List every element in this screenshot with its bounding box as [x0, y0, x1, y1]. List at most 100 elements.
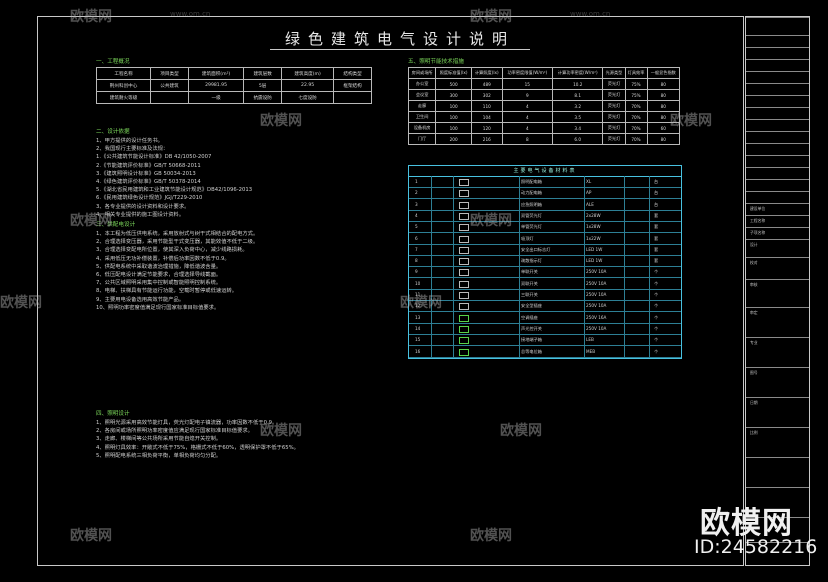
table-cell: 走廊 [407, 100, 437, 112]
legend-cell: 个 [654, 303, 659, 309]
legend-cell: 台 [654, 201, 659, 207]
table-header-cell: 建筑面积(m²) [187, 67, 245, 80]
legend-cell: 台 [654, 190, 659, 196]
legend-row: 12 安全型插座 250V 10A 个 [409, 300, 681, 313]
legend-row: 9 单联开关 250V 10A 个 [409, 266, 681, 279]
legend-cell: 1x28W [586, 224, 601, 230]
title-block-line [746, 279, 809, 280]
table-cell: 10.2 [552, 78, 604, 90]
title-block-line [746, 367, 809, 368]
text-line: 4、照明灯具效率：开敞式不低于75%，格栅式不低于60%，透明保护罩不低于65%… [96, 444, 299, 451]
legend-symbol-icon [459, 179, 469, 186]
table-cell: 15 [501, 78, 554, 90]
title-block-label: 子项名称 [750, 230, 766, 235]
table-cell: 卫生间 [407, 111, 437, 123]
legend-cell: 动力配电箱 [521, 190, 542, 196]
title-block-label: 审核 [750, 282, 758, 287]
legend-symbol-icon [459, 280, 469, 288]
table-cell: 4 [501, 100, 554, 112]
table-cell: 75% [624, 78, 648, 90]
legend-symbol-icon [459, 201, 469, 209]
table-cell: 荧光灯 [602, 133, 626, 145]
table-cell: 302 [471, 89, 503, 101]
table-header-cell: 灯具效率 [624, 67, 648, 79]
legend-cell: 套 [654, 246, 659, 252]
table-cell: 500 [435, 78, 472, 90]
table-cell: 3.2 [552, 100, 604, 112]
table-cell: 70% [624, 100, 648, 112]
table-cell: 3.4 [552, 122, 604, 134]
title-block-line [746, 47, 809, 48]
table-cell: 框架结构 [333, 79, 372, 92]
legend-cell: 250V 16A [586, 314, 607, 320]
text-line: 1、本工程为低压供电系统，采用放射式与树干式相结合的配电方式。 [96, 231, 259, 237]
legend-row: 3 应急照明箱 ALE 台 [409, 199, 681, 211]
legend-row: 16 总等电位箱 MEB 个 [409, 346, 681, 358]
title-block-label: 专业 [750, 340, 758, 345]
legend-cell: 套 [654, 224, 659, 230]
table-cell: 120 [471, 122, 503, 134]
legend-cell: 250V 10A [586, 280, 607, 286]
title-block-line [746, 95, 809, 96]
table-header-cell: 计算照度(lx) [471, 67, 503, 79]
text-line: 5.《湖北省民用建筑和工业建筑节能设计规范》DB42/1096-2013 [96, 187, 253, 194]
legend-cell: 套 [654, 258, 659, 264]
legend-cell: 个 [654, 280, 659, 286]
title-block-label: 比例 [750, 430, 758, 435]
table-row: 建筑耐火等级 一级 抗震设防 七度设防 [95, 91, 372, 104]
table-cell [150, 91, 189, 104]
table-cell: 一级 [187, 91, 245, 104]
table-header-cell: 项目类型 [150, 67, 189, 80]
watermark: 欧模网 [70, 528, 112, 544]
title-block-label: 工程名称 [750, 218, 766, 223]
table-cell: 荧光灯 [602, 122, 626, 134]
legend-row: 15 接地端子箱 LEB 个 [409, 334, 681, 347]
watermark: 欧模网 [500, 423, 542, 439]
legend-symbol-icon [459, 246, 469, 254]
table-cell: 100 [435, 122, 472, 134]
legend-cell: 7 [415, 246, 418, 252]
table-cell: 9 [501, 89, 554, 101]
project-overview-table: 工程名称 项目类型 建筑面积(m²) 建筑层数 建筑高度(m) 结构类型 荆州科创中心 公共建… [95, 67, 372, 104]
text-line: 2、合理选择变压器，采用节能型干式变压器，其能效值不低于二级。 [96, 239, 259, 246]
table-cell: 200 [435, 133, 472, 145]
legend-cell: 疏散指示灯 [521, 258, 542, 264]
legend-cell: 个 [654, 325, 659, 331]
table-header-cell: 工程名称 [95, 67, 152, 80]
table-cell: 抗震设防 [243, 91, 283, 104]
legend-row: 2 动力配电箱 AP 台 [409, 187, 681, 200]
legend-cell: AP [586, 190, 592, 196]
title-block-line [746, 307, 809, 308]
legend-symbol-icon [459, 235, 469, 243]
table-header-cell: 建筑高度(m) [281, 67, 335, 80]
watermark: 欧模网 [0, 295, 42, 311]
legend-row: 10 双联开关 250V 10A 个 [409, 278, 681, 290]
legend-cell: 套 [654, 235, 659, 241]
lighting-saving-table: 房间或场所 照度标准值(lx) 计算照度(lx) 功率密度限值(W/m²) 计算功率密度… [407, 67, 681, 145]
watermark: 欧模网 [70, 9, 112, 25]
legend-cell: 照明配电箱 [521, 179, 542, 184]
legend-symbol-icon [459, 292, 469, 299]
table-cell: 70% [624, 122, 648, 134]
legend-cell: ALE [586, 201, 594, 207]
legend-cell: 250V 10A [586, 292, 607, 297]
legend-symbol-icon [459, 190, 469, 198]
table-cell: 8 [501, 133, 554, 145]
table-header-cell: 结构类型 [333, 67, 372, 80]
table-cell: 100 [435, 100, 472, 112]
legend-row: 14 声光控开关 250V 10A 个 [409, 323, 681, 335]
legend-row: 8 疏散指示灯 LED 1W 套 [409, 255, 681, 268]
table-cell: 办公室 [407, 78, 437, 90]
table-header-row: 工程名称 项目类型 建筑面积(m²) 建筑层数 建筑高度(m) 结构类型 [95, 67, 372, 80]
legend-cell: 双联开关 [521, 280, 538, 286]
text-line: 7、公共区域照明采用集中控制或智能照明控制系统。 [96, 280, 222, 287]
table-cell: 110 [471, 100, 503, 112]
text-line: 5、照明配电系统三相负荷平衡，单相负荷均匀分配。 [96, 452, 222, 459]
text-line: 2.《节能建筑评价标准》GB/T 50668-2011 [96, 162, 201, 169]
text-line: 5、供配电系统中采取谐波治理措施，降低谐波含量。 [96, 263, 222, 270]
text-line: 4、相关专业提供的施工图设计资料。 [96, 211, 185, 218]
legend-cell: 10 [415, 280, 421, 286]
text-line: 2、我国现行主要标准及法规： [96, 146, 169, 153]
legend-symbol-icon [459, 314, 469, 322]
legend-cell: 250V 10A [586, 325, 607, 331]
